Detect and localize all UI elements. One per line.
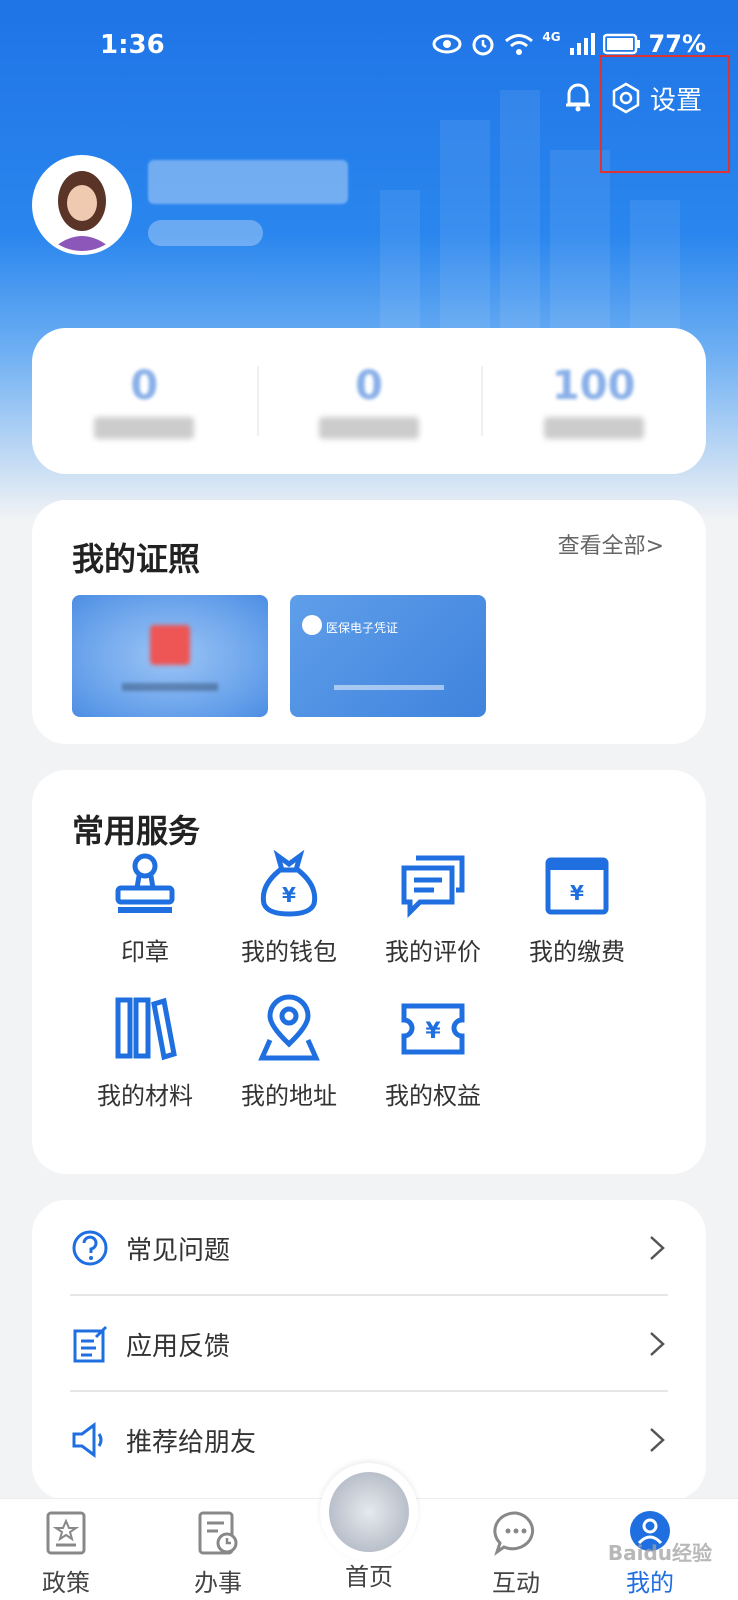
service-label: 我的地址: [241, 1082, 337, 1110]
home-button[interactable]: [320, 1463, 418, 1561]
certificate-card[interactable]: [72, 595, 268, 717]
tab-services[interactable]: 办事: [168, 1509, 268, 1598]
stat-label-blurred: [543, 417, 644, 439]
alarm-icon: [472, 34, 494, 56]
avatar-image: [36, 159, 128, 251]
service-label: 我的评价: [385, 938, 481, 966]
bottom-tab-bar: 政策 办事 首页 互动 我的 Baidu经验: [0, 1463, 738, 1600]
menu-label: 常见问题: [126, 1235, 231, 1266]
svg-text:¥: ¥: [282, 883, 296, 907]
watermark: Baidu经验: [607, 1541, 712, 1565]
feedback-icon: [73, 1325, 108, 1363]
certificates-title: 我的证照: [72, 540, 201, 578]
user-name-blurred: [148, 160, 348, 204]
services-card: 常用服务 印章 ¥ 我的钱包 我的评价 ¥ 我的缴费 我的材料 我的地址 ¥ 我…: [32, 770, 706, 1174]
speaker-icon: [72, 1422, 103, 1458]
service-payment[interactable]: ¥ 我的缴费: [502, 850, 652, 967]
tab-label: 办事: [194, 1569, 242, 1597]
services-title: 常用服务: [72, 812, 201, 850]
menu-label: 推荐给朋友: [126, 1427, 257, 1458]
card-caption: 医保电子凭证: [326, 621, 399, 635]
bell-icon[interactable]: [560, 78, 596, 114]
service-label: 印章: [121, 938, 169, 966]
menu-card: 常见问题 应用反馈 推荐给朋友: [32, 1200, 706, 1500]
chevron-right-icon: [650, 1236, 665, 1260]
comment-icon: [401, 855, 465, 919]
stat-item[interactable]: 0: [256, 328, 482, 474]
battery-level: 77%: [648, 30, 706, 58]
stat-label-blurred: [319, 417, 419, 439]
menu-item-faq[interactable]: 常见问题: [70, 1200, 668, 1296]
tab-label: 政策: [42, 1569, 90, 1597]
svg-text:¥: ¥: [425, 1019, 441, 1044]
status-icons: 4G 77%: [432, 30, 706, 58]
medical-logo-icon: [302, 615, 322, 635]
settings-highlight-box: [600, 55, 730, 173]
document-clock-icon: [198, 1511, 238, 1555]
eye-icon: [432, 34, 462, 54]
service-label: 我的材料: [97, 1082, 193, 1110]
service-materials[interactable]: 我的材料: [70, 994, 220, 1111]
status-time: 1:36: [100, 30, 165, 60]
service-label: 我的钱包: [241, 938, 337, 966]
stat-value: 100: [551, 363, 636, 409]
medical-insurance-card[interactable]: 医保电子凭证: [290, 595, 486, 717]
chevron-right-icon: [650, 1428, 665, 1452]
signal-icon: [569, 33, 595, 55]
tab-policy[interactable]: 政策: [16, 1509, 116, 1598]
payment-card-icon: ¥: [545, 857, 609, 915]
service-review[interactable]: 我的评价: [358, 850, 508, 967]
stat-value: 0: [130, 363, 159, 409]
stamp-icon: [115, 853, 175, 913]
service-stamp[interactable]: 印章: [70, 850, 220, 967]
menu-label: 应用反馈: [126, 1331, 231, 1362]
service-label: 我的权益: [385, 1082, 481, 1110]
tab-home-label[interactable]: 首页: [320, 1557, 418, 1592]
network-type: 4G: [542, 30, 561, 44]
certificate-text-blurred: [122, 683, 218, 691]
stat-value: 0: [355, 363, 383, 409]
tab-label: 我的: [626, 1569, 674, 1597]
wifi-icon: [505, 34, 534, 55]
user-level-badge-blurred: [148, 220, 263, 246]
avatar[interactable]: [32, 155, 132, 255]
location-pin-icon: [258, 994, 320, 1061]
stat-item[interactable]: 0: [32, 328, 257, 474]
battery-icon: [602, 33, 640, 55]
card-text-blurred: [334, 685, 444, 690]
money-bag-icon: ¥: [260, 850, 318, 917]
books-icon: [115, 997, 177, 1061]
service-address[interactable]: 我的地址: [214, 994, 364, 1111]
policy-icon: [46, 1511, 86, 1555]
stat-label-blurred: [94, 417, 195, 439]
view-all-link[interactable]: 查看全部>: [558, 528, 664, 560]
stat-item[interactable]: 100: [481, 328, 706, 474]
tab-interact[interactable]: 互动: [466, 1509, 566, 1598]
service-benefits[interactable]: ¥ 我的权益: [358, 994, 508, 1111]
chat-bubble-icon: [493, 1511, 535, 1556]
service-wallet[interactable]: ¥ 我的钱包: [214, 850, 364, 967]
emblem-icon: [150, 625, 190, 665]
question-icon: [72, 1230, 108, 1266]
chevron-right-icon: [650, 1332, 665, 1356]
service-label: 我的缴费: [529, 938, 625, 966]
svg-text:¥: ¥: [570, 881, 584, 905]
menu-item-feedback[interactable]: 应用反馈: [70, 1296, 668, 1392]
coupon-icon: ¥: [401, 1003, 465, 1055]
tab-label: 互动: [492, 1569, 540, 1597]
home-emblem-icon: [329, 1472, 409, 1552]
certificates-card: 我的证照 查看全部> 医保电子凭证: [32, 500, 706, 744]
stats-card: 0 0 100: [32, 328, 706, 474]
